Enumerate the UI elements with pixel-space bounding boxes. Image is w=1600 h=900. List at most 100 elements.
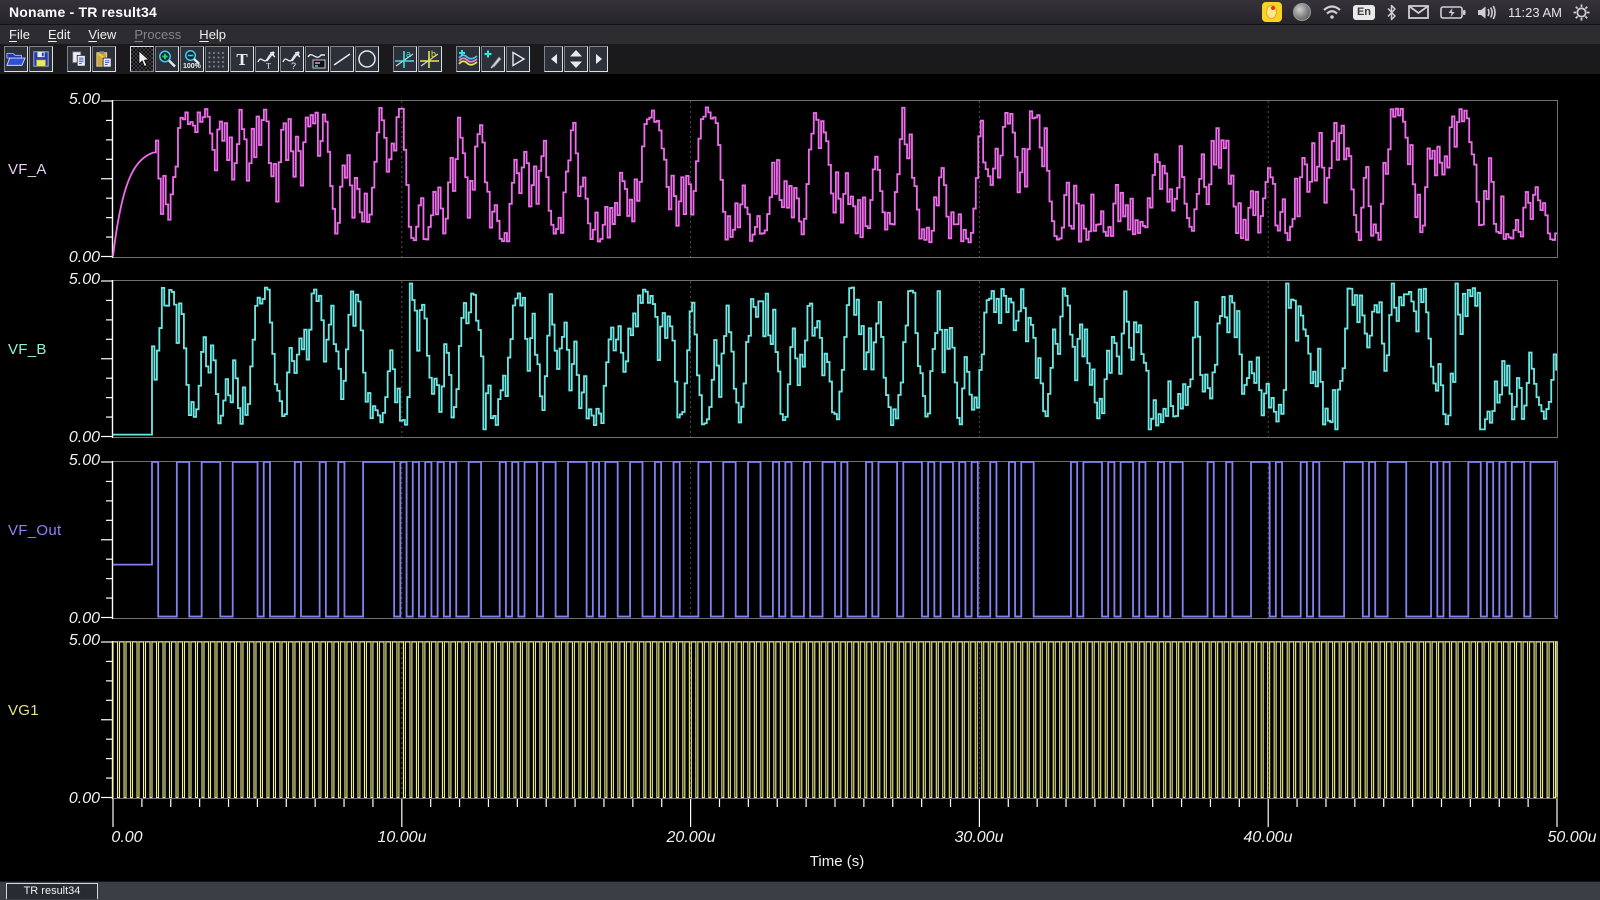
waveform-panel-vf_b[interactable] bbox=[101, 280, 1563, 440]
grid-icon bbox=[208, 50, 226, 68]
menu-item-file[interactable]: File bbox=[0, 26, 39, 43]
curve-arrow-t-icon: T bbox=[257, 49, 277, 69]
mail-icon[interactable] bbox=[1408, 5, 1429, 19]
y-tick-label: 5.00 bbox=[26, 452, 100, 470]
menu-item-help[interactable]: Help bbox=[190, 26, 235, 43]
svg-text:100%: 100% bbox=[183, 63, 202, 69]
waveform-plot-area[interactable]: VF_A 5.00 0.00 VF_B 5.00 0.00 VF_Out 5.00 0.00 VG… bbox=[0, 74, 1600, 881]
wifi-icon[interactable] bbox=[1322, 4, 1342, 20]
status-bar: TR result34 bbox=[0, 881, 1600, 900]
session-gear-icon[interactable] bbox=[1573, 4, 1590, 21]
menu-item-edit[interactable]: Edit bbox=[39, 26, 79, 43]
y-tick-label: 5.00 bbox=[26, 271, 100, 289]
y-tick-label: 0.00 bbox=[26, 790, 100, 808]
menu-item-process[interactable]: Process bbox=[125, 26, 190, 43]
x-tick-label: 30.00u bbox=[929, 829, 1029, 847]
system-tray: En 11:23 A bbox=[1262, 0, 1600, 24]
volume-icon[interactable] bbox=[1477, 5, 1497, 20]
curve-legend-icon bbox=[307, 49, 327, 69]
bluetooth-icon[interactable] bbox=[1386, 4, 1397, 21]
svg-text:?: ? bbox=[291, 61, 296, 69]
toolbar-separator bbox=[117, 59, 130, 60]
trace-label-vf_b: VF_B bbox=[8, 341, 47, 358]
waveform-panel-vf_a[interactable] bbox=[101, 100, 1563, 260]
save-button[interactable] bbox=[29, 46, 53, 72]
battery-icon[interactable] bbox=[1440, 6, 1466, 19]
trace-label-vf_a: VF_A bbox=[8, 161, 47, 178]
text-icon: T bbox=[234, 50, 250, 68]
svg-text:T: T bbox=[266, 62, 271, 70]
trace-label-vf_out: VF_Out bbox=[8, 522, 62, 539]
toolbar: 100% T T? ab bbox=[0, 44, 1600, 74]
x-tick-label: 0.00 bbox=[77, 829, 177, 847]
arrows-up-down-icon bbox=[568, 49, 584, 69]
probe-tool-button[interactable] bbox=[481, 46, 505, 72]
select-arrow-icon bbox=[134, 50, 150, 68]
menu-bar: FileEditViewProcessHelp bbox=[0, 25, 1600, 44]
add-curves-button[interactable] bbox=[456, 46, 480, 72]
desktop: { "window": { "title": "Noname - TR resu… bbox=[0, 0, 1600, 900]
line-tool-button[interactable] bbox=[330, 46, 354, 72]
copy-button[interactable] bbox=[67, 46, 91, 72]
document-tab[interactable]: TR result34 bbox=[6, 883, 98, 899]
window-title: Noname - TR result34 bbox=[0, 4, 157, 20]
probe-icon bbox=[483, 49, 503, 69]
title-bar[interactable]: Noname - TR result34 En bbox=[0, 0, 1600, 25]
cursor-a-icon: a bbox=[394, 49, 416, 69]
toolbar-separator bbox=[54, 59, 67, 60]
arrow-right-icon bbox=[594, 53, 604, 65]
menu-item-view[interactable]: View bbox=[79, 26, 125, 43]
scroll-right-button[interactable] bbox=[589, 46, 608, 72]
y-tick-label: 5.00 bbox=[26, 632, 100, 650]
arrow-left-icon bbox=[549, 53, 559, 65]
tray-clock[interactable]: 11:23 AM bbox=[1508, 5, 1562, 20]
zoom-100-icon: 100% bbox=[182, 49, 202, 69]
x-axis bbox=[101, 799, 1563, 831]
x-tick-label: 20.00u bbox=[641, 829, 741, 847]
curve-query-button[interactable]: ? bbox=[280, 46, 304, 72]
app-bird-icon[interactable] bbox=[1262, 2, 1282, 22]
zoom-in-button[interactable] bbox=[155, 46, 179, 72]
save-icon bbox=[32, 50, 50, 68]
line-icon bbox=[332, 49, 352, 69]
grid-toggle-button[interactable] bbox=[205, 46, 229, 72]
cursor-b-icon: b bbox=[419, 49, 441, 69]
waveform-panel-vf_out[interactable] bbox=[101, 461, 1563, 621]
x-tick-label: 40.00u bbox=[1218, 829, 1318, 847]
trace-label-vg1: VG1 bbox=[8, 702, 39, 719]
ellipse-tool-button[interactable] bbox=[355, 46, 379, 72]
zoom-100-button[interactable]: 100% bbox=[180, 46, 204, 72]
x-tick-label: 10.00u bbox=[352, 829, 452, 847]
camera-orb-icon[interactable] bbox=[1293, 3, 1311, 21]
svg-text:T: T bbox=[236, 50, 248, 68]
toolbar-separator bbox=[531, 59, 544, 60]
y-tick-label: 0.00 bbox=[26, 610, 100, 628]
select-tool-button[interactable] bbox=[130, 46, 154, 72]
cursor-b-button[interactable]: b bbox=[418, 46, 442, 72]
curve-annotate-button[interactable]: T bbox=[255, 46, 279, 72]
run-button[interactable] bbox=[506, 46, 530, 72]
toolbar-separator bbox=[443, 59, 456, 60]
ellipse-icon bbox=[357, 49, 377, 69]
copy-icon bbox=[70, 50, 88, 68]
y-tick-label: 0.00 bbox=[26, 249, 100, 267]
legend-tool-button[interactable] bbox=[305, 46, 329, 72]
scroll-left-button[interactable] bbox=[544, 46, 563, 72]
text-tool-button[interactable]: T bbox=[230, 46, 254, 72]
colored-curves-icon bbox=[457, 49, 479, 69]
toolbar-separator bbox=[380, 59, 393, 60]
open-button[interactable] bbox=[4, 46, 28, 72]
x-axis-title: Time (s) bbox=[777, 853, 897, 870]
cursor-a-button[interactable]: a bbox=[393, 46, 417, 72]
folder-open-icon bbox=[6, 50, 26, 68]
play-icon bbox=[509, 50, 527, 68]
y-tick-label: 5.00 bbox=[26, 91, 100, 109]
zoom-in-icon bbox=[157, 49, 177, 69]
x-tick-label: 50.00u bbox=[1522, 829, 1600, 847]
keyboard-layout-indicator[interactable]: En bbox=[1353, 5, 1375, 20]
paste-button[interactable] bbox=[92, 46, 116, 72]
y-tick-label: 0.00 bbox=[26, 429, 100, 447]
waveform-panel-vg1[interactable] bbox=[101, 641, 1563, 801]
scroll-vertical-button[interactable] bbox=[564, 46, 588, 72]
curve-arrow-q-icon: ? bbox=[282, 49, 302, 69]
